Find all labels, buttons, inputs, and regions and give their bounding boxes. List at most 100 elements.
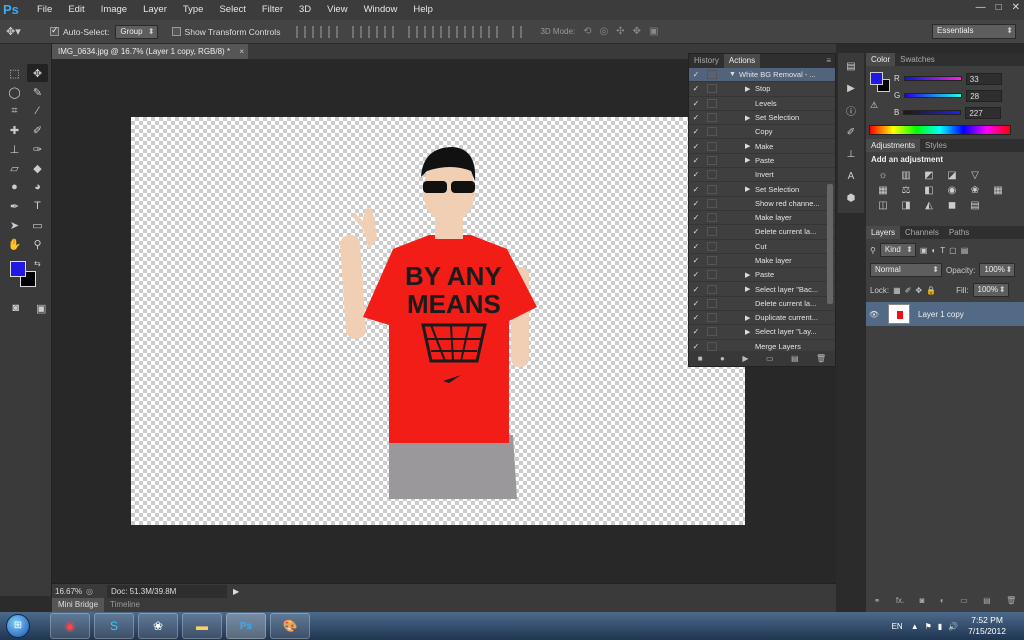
character-panel-icon[interactable]: A: [841, 167, 861, 185]
lock-transparent-icon[interactable]: ▦: [893, 286, 901, 295]
fx-icon[interactable]: fx.: [896, 596, 904, 610]
photo-filter-icon[interactable]: ◉: [945, 184, 959, 197]
lasso-tool-icon[interactable]: ◯: [4, 83, 25, 101]
toggle-item-checkmark-icon[interactable]: ✓: [689, 84, 703, 93]
history-panel-icon[interactable]: ▤: [841, 57, 861, 75]
action-step-row[interactable]: ✓ Cut: [689, 240, 835, 254]
start-button[interactable]: ⊞: [0, 612, 36, 640]
action-step-row[interactable]: ✓ Make layer: [689, 211, 835, 226]
toggle-item-checkmark-icon[interactable]: ✓: [689, 256, 703, 265]
panel-menu-icon[interactable]: ≡: [826, 54, 835, 68]
color-balance-icon[interactable]: ⚖: [899, 184, 913, 197]
black-white-icon[interactable]: ◧: [922, 184, 936, 197]
smart-filter-icon[interactable]: ▤: [961, 246, 969, 255]
language-indicator[interactable]: EN: [892, 622, 903, 631]
tab-swatches[interactable]: Swatches: [895, 53, 940, 66]
action-step-row[interactable]: ✓ Delete current la...: [689, 297, 835, 312]
menu-help[interactable]: Help: [405, 0, 441, 20]
auto-align-icon[interactable]: [512, 25, 523, 38]
expand-triangle-icon[interactable]: ▶: [745, 185, 755, 193]
tab-color[interactable]: Color: [866, 53, 896, 66]
opacity-field[interactable]: 100%: [979, 263, 1016, 277]
toggle-item-checkmark-icon[interactable]: ✓: [689, 70, 703, 79]
expand-triangle-icon[interactable]: ▼: [729, 71, 739, 78]
paint-taskbar-button[interactable]: 🎨: [270, 613, 310, 639]
menu-filter[interactable]: Filter: [254, 0, 291, 20]
tab-history[interactable]: History: [689, 54, 724, 68]
dialog-toggle-icon[interactable]: [707, 270, 717, 280]
type-tool-icon[interactable]: T: [27, 197, 48, 215]
crop-tool-icon[interactable]: ⌗: [4, 102, 25, 120]
dialog-toggle-icon[interactable]: [707, 256, 717, 265]
toggle-item-checkmark-icon[interactable]: ✓: [689, 127, 703, 136]
align-right-icon[interactable]: [384, 25, 395, 38]
blur-tool-icon[interactable]: ●: [4, 178, 25, 196]
3d-rotate-icon[interactable]: ⟲: [583, 26, 591, 37]
action-step-row[interactable]: ✓ Invert: [689, 168, 835, 183]
brush-tool-icon[interactable]: ✐: [27, 121, 48, 139]
close-tab-icon[interactable]: ×: [239, 44, 244, 59]
adjustment-filter-icon[interactable]: ◐: [931, 246, 936, 255]
toggle-item-checkmark-icon[interactable]: ✓: [689, 99, 703, 108]
3d-scale-icon[interactable]: ▣: [649, 26, 658, 37]
new-fill-layer-icon[interactable]: ◐: [940, 596, 945, 610]
action-step-row[interactable]: ✓ ▶ Select layer "Bac...: [689, 282, 835, 297]
action-step-row[interactable]: ✓ Copy: [689, 125, 835, 140]
tab-channels[interactable]: Channels: [900, 226, 944, 239]
status-menu-arrow[interactable]: ▶: [233, 587, 239, 596]
path-selection-tool-icon[interactable]: ➤: [4, 216, 25, 234]
toggle-item-checkmark-icon[interactable]: ✓: [689, 342, 703, 351]
3d-panel-icon[interactable]: ⬢: [841, 189, 861, 207]
eyedropper-tool-icon[interactable]: ⁄: [27, 102, 48, 120]
document-tab[interactable]: IMG_0634.jpg @ 16.7% (Layer 1 copy, RGB/…: [52, 44, 248, 59]
new-action-icon[interactable]: ▤: [791, 354, 799, 363]
stop-icon[interactable]: ■: [698, 354, 703, 363]
auto-select-checkbox[interactable]: Auto-Select:: [50, 25, 109, 37]
tray-up-icon[interactable]: ▲: [911, 622, 919, 631]
toggle-item-checkmark-icon[interactable]: ✓: [689, 113, 703, 122]
green-value-field[interactable]: 28: [966, 89, 1003, 102]
toggle-item-checkmark-icon[interactable]: ✓: [689, 270, 703, 279]
swap-colors-icon[interactable]: ⇆: [34, 259, 41, 268]
app-taskbar-button[interactable]: ❀: [138, 613, 178, 639]
action-step-row[interactable]: ✓ ▶ Stop: [689, 82, 835, 97]
tab-mini-bridge[interactable]: Mini Bridge: [52, 598, 105, 612]
blue-value-field[interactable]: 227: [965, 106, 1002, 119]
marquee-tool-icon[interactable]: ⬚: [4, 64, 25, 82]
toggle-item-checkmark-icon[interactable]: ✓: [689, 156, 703, 165]
foreground-color-swatch[interactable]: [10, 261, 26, 277]
clone-source-icon[interactable]: ⊥: [841, 145, 861, 163]
vibrance-icon[interactable]: ▽: [968, 169, 982, 182]
quick-mask-icon[interactable]: ◙: [6, 299, 26, 317]
brush-panel-icon[interactable]: ✐: [841, 123, 861, 141]
type-filter-icon[interactable]: T: [940, 246, 945, 255]
pen-tool-icon[interactable]: ✒: [4, 197, 25, 215]
dialog-toggle-icon[interactable]: [707, 341, 717, 351]
play-icon[interactable]: ▶: [742, 354, 748, 363]
toggle-item-checkmark-icon[interactable]: ✓: [689, 242, 703, 251]
toggle-item-checkmark-icon[interactable]: ✓: [689, 170, 703, 179]
dialog-toggle-icon[interactable]: [707, 284, 717, 294]
align-middle-icon[interactable]: [312, 25, 323, 38]
flag-icon[interactable]: ⚑: [925, 622, 932, 631]
actions-scrollbar[interactable]: [827, 184, 833, 304]
delete-icon[interactable]: 🗑: [816, 354, 826, 363]
align-bottom-icon[interactable]: [328, 25, 339, 38]
zoom-level[interactable]: 16.67%: [52, 587, 86, 596]
pixel-filter-icon[interactable]: ▣: [920, 246, 928, 255]
distribute-right-icon[interactable]: [488, 25, 499, 38]
distribute-bottom-icon[interactable]: [440, 25, 451, 38]
distribute-left-icon[interactable]: [456, 25, 467, 38]
align-center-icon[interactable]: [368, 25, 379, 38]
action-step-row[interactable]: ✓ Show red channe...: [689, 197, 835, 211]
toggle-item-checkmark-icon[interactable]: ✓: [689, 313, 703, 322]
invert-icon[interactable]: ◫: [876, 199, 890, 212]
tab-layers[interactable]: Layers: [866, 226, 901, 239]
align-top-icon[interactable]: [296, 25, 307, 38]
photoshop-taskbar-button[interactable]: Ps: [226, 613, 266, 639]
tab-paths[interactable]: Paths: [944, 226, 974, 239]
dialog-toggle-icon[interactable]: [707, 198, 717, 208]
tab-styles[interactable]: Styles: [920, 139, 952, 152]
dialog-toggle-icon[interactable]: [707, 213, 717, 223]
expand-triangle-icon[interactable]: ▶: [745, 271, 755, 279]
